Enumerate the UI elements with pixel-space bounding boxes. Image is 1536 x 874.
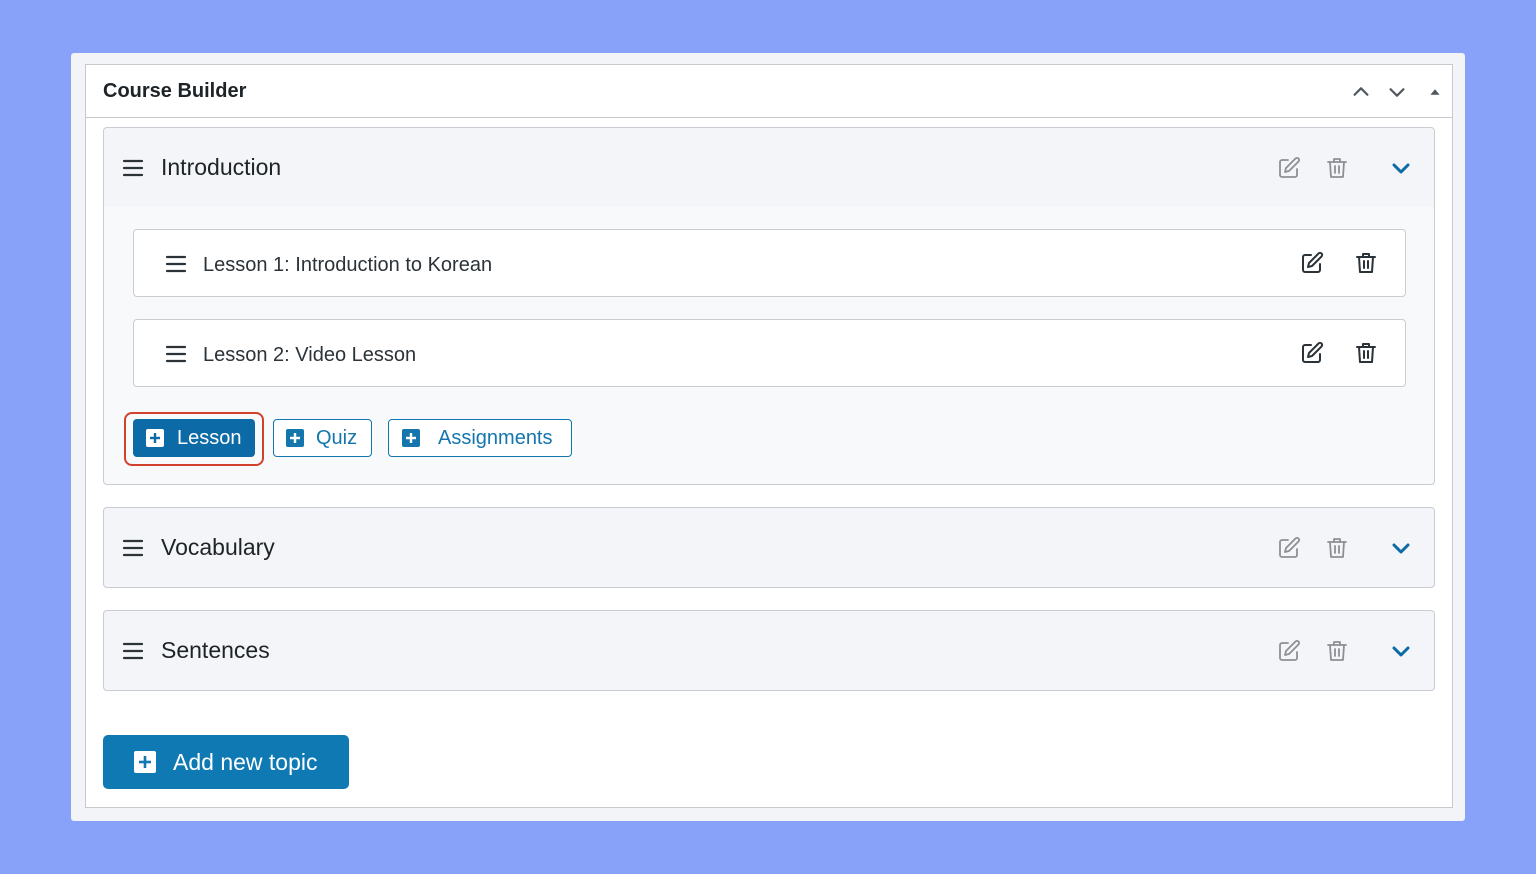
panel-title: Course Builder (103, 80, 247, 102)
collapse-panel-icon[interactable] (1424, 81, 1446, 103)
drag-handle-icon[interactable] (122, 641, 144, 661)
plus-square-icon (134, 751, 156, 773)
expand-chevron-icon[interactable] (1388, 155, 1414, 181)
edit-topic-icon[interactable] (1277, 156, 1301, 180)
edit-lesson-icon[interactable] (1300, 251, 1324, 275)
delete-lesson-icon[interactable] (1354, 341, 1378, 365)
expand-chevron-icon[interactable] (1388, 638, 1414, 664)
lesson-title: Lesson 2: Video Lesson (203, 344, 417, 366)
lesson-item[interactable]: Lesson 2: Video Lesson (133, 319, 1406, 387)
topic-header[interactable]: Vocabulary (104, 508, 1434, 588)
add-lesson-label: Lesson (177, 426, 242, 449)
edit-lesson-icon[interactable] (1300, 341, 1324, 365)
delete-topic-icon[interactable] (1325, 639, 1349, 663)
topic-header[interactable]: Introduction (104, 128, 1434, 207)
lesson-item[interactable]: Lesson 1: Introduction to Korean (133, 229, 1406, 297)
delete-lesson-icon[interactable] (1354, 251, 1378, 275)
edit-topic-icon[interactable] (1277, 639, 1301, 663)
move-up-icon[interactable] (1350, 81, 1372, 103)
topic-title: Vocabulary (161, 534, 275, 560)
topic-body: Lesson 1: Introduction to Korean Lesson … (104, 207, 1434, 484)
plus-square-icon (402, 429, 420, 447)
expand-chevron-icon[interactable] (1388, 535, 1414, 561)
plus-square-icon (146, 429, 164, 447)
lesson-title: Lesson 1: Introduction to Korean (203, 254, 493, 276)
drag-handle-icon[interactable] (165, 344, 187, 364)
topic-introduction: Introduction Lesson 1: Introduction to K… (103, 127, 1435, 485)
plus-square-icon (286, 429, 304, 447)
add-assignments-label: Assignments (438, 426, 553, 449)
drag-handle-icon[interactable] (165, 254, 187, 274)
delete-topic-icon[interactable] (1325, 536, 1349, 560)
add-quiz-button[interactable]: Quiz (273, 419, 372, 457)
topic-vocabulary: Vocabulary (103, 507, 1435, 588)
add-assignments-button[interactable]: Assignments (388, 419, 572, 457)
drag-handle-icon[interactable] (122, 538, 144, 558)
topic-header[interactable]: Sentences (104, 611, 1434, 691)
move-down-icon[interactable] (1386, 81, 1408, 103)
edit-topic-icon[interactable] (1277, 536, 1301, 560)
add-lesson-button[interactable]: Lesson (133, 419, 255, 457)
drag-handle-icon[interactable] (122, 158, 144, 178)
topic-title: Introduction (161, 154, 282, 180)
add-new-topic-button[interactable]: Add new topic (103, 735, 349, 789)
add-new-topic-label: Add new topic (173, 749, 318, 775)
delete-topic-icon[interactable] (1325, 156, 1349, 180)
topic-title: Sentences (161, 637, 270, 663)
add-quiz-label: Quiz (316, 426, 358, 449)
topic-sentences: Sentences (103, 610, 1435, 691)
panel-header: Course Builder (86, 65, 1452, 118)
